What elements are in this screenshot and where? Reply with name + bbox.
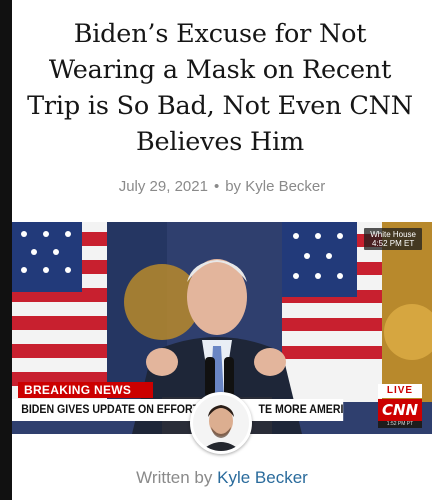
ticker-text-left: BIDEN GIVES UPDATE ON EFFORT (21, 404, 200, 416)
written-by: Written by Kyle Becker (12, 468, 432, 488)
author-avatar-photo (193, 395, 249, 451)
cnn-logo: CNN (378, 399, 422, 421)
location-badge-time: 4:52 PM ET (371, 239, 415, 248)
news-ticker: BIDEN GIVES UPDATE ON EFFORT TE MORE AME… (12, 399, 344, 421)
article-byline: July 29, 2021 • by Kyle Becker (12, 178, 432, 195)
written-by-label: Written by (136, 468, 213, 487)
byline-separator: • (213, 178, 220, 195)
author-avatar[interactable] (190, 392, 252, 454)
live-badge: LIVE (378, 384, 422, 398)
byline-prefix: by (225, 178, 242, 195)
location-badge-title: White House (370, 230, 416, 239)
screen-left-edge (0, 0, 12, 500)
article-title: Biden’s Excuse for Not Wearing a Mask on… (27, 19, 413, 157)
location-badge: White House 4:52 PM ET (364, 228, 422, 250)
broadcast-time: 1:52 PM PT (378, 421, 422, 428)
breaking-news-banner: BREAKING NEWS (18, 382, 153, 398)
byline-author-link[interactable]: Kyle Becker (245, 178, 325, 195)
ticker-text-right: TE MORE AMERICANS (258, 404, 344, 416)
author-name-link[interactable]: Kyle Becker (217, 468, 308, 487)
article-date: July 29, 2021 (118, 178, 208, 195)
